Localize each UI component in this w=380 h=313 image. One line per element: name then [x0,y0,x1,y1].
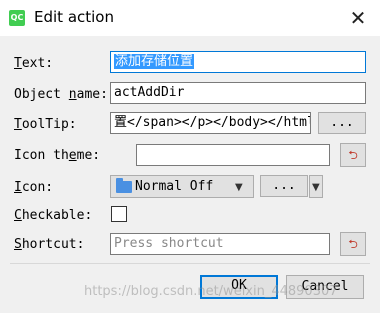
qt-app-icon: QC [9,10,25,26]
icon-state-value: Normal Off [135,179,214,194]
dialog-title: Edit action [34,8,114,26]
shortcut-label: Shortcut: [14,237,85,252]
icon-menu-dropdown[interactable]: ▼ [309,175,323,198]
icon-theme-label: Icon theme: [14,148,101,163]
text-input-value: 添加存储位置 [114,54,195,69]
tooltip-input[interactable]: 置</span></p></body></html> [110,112,311,134]
text-label: Text: [14,56,54,71]
icon-theme-reset-icon[interactable]: ⮌ [340,143,366,167]
object-name-label: Object name: [14,87,108,102]
shortcut-input[interactable]: Press shortcut [110,233,330,255]
tooltip-more-button[interactable]: ... [318,112,366,134]
tooltip-label: ToolTip: [14,117,77,132]
tooltip-value: 置</span></p></body></html> [114,115,311,130]
icon-state-combo[interactable]: Normal Off ▼ [110,175,254,198]
checkable-checkbox[interactable] [111,206,127,222]
checkable-label: Checkable: [14,208,93,223]
dropdown-arrow-icon: ▼ [312,182,320,193]
object-name-input[interactable]: actAddDir [110,82,366,104]
folder-icon [116,178,132,193]
title-bar: QC Edit action ✕ [0,0,380,36]
watermark-text: https://blog.csdn.net/weixin_44890307 [84,284,338,299]
shortcut-reset-icon[interactable]: ⮌ [340,232,366,256]
separator [10,263,370,264]
shortcut-placeholder: Press shortcut [114,236,224,251]
icon-more-button[interactable]: ... [260,175,308,197]
dropdown-arrow-icon: ▼ [235,182,243,193]
object-name-value: actAddDir [114,85,185,100]
close-icon[interactable]: ✕ [344,4,372,32]
text-input[interactable]: 添加存储位置 [110,51,366,73]
icon-theme-input[interactable] [136,144,330,166]
icon-label: Icon: [14,180,54,195]
